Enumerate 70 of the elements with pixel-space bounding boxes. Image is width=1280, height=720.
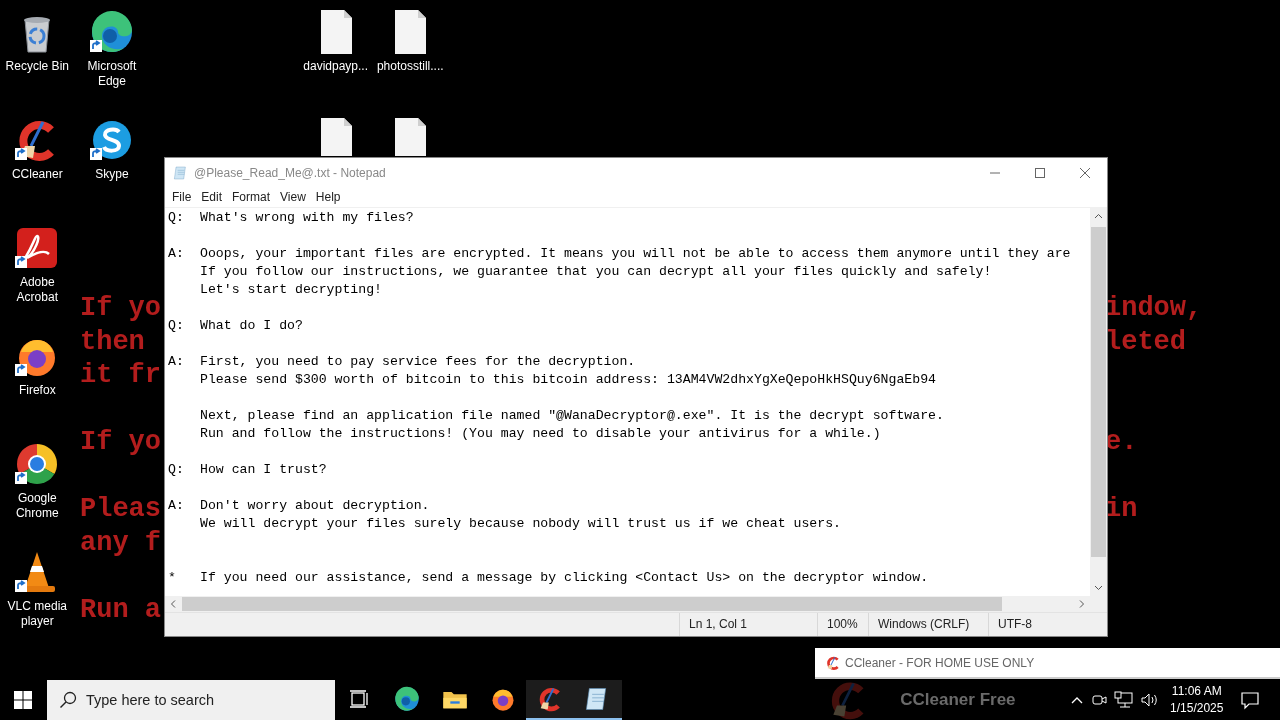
swirl-logo-icon[interactable] <box>392 685 421 713</box>
task-view-icon[interactable] <box>348 690 369 708</box>
text-line: Don't worry about decryption. <box>200 497 430 515</box>
status-text: Ln 1, Col 1 <box>679 613 817 636</box>
desktop-icon-label[interactable]: Google Chrome <box>0 491 75 521</box>
wallpaper-text: If yo <box>80 427 161 457</box>
wallpaper-text: then <box>80 326 145 357</box>
taskbar-app-button[interactable] <box>574 680 623 720</box>
brush-logo-icon <box>825 654 841 671</box>
clock-time[interactable]: 11:06 AM <box>1171 683 1222 700</box>
desktop-icon-label[interactable]: VLC media player <box>0 599 75 629</box>
menu-item[interactable]: Format <box>227 190 276 204</box>
wallpaper-text: leted <box>1105 326 1186 357</box>
line-marker: A: <box>168 246 184 261</box>
maximize-icon[interactable] <box>1034 167 1045 178</box>
text-line: What's wrong with my files? <box>200 209 414 227</box>
text-line: Please send $300 worth of bitcoin to this bitcoin address: 13AM4VW2dhxYgXeQepoHkHSQuy6NgaEb94 <box>200 371 936 389</box>
desktop-icon-label[interactable]: Microsoft Edge <box>74 59 149 89</box>
line-marker: Q: <box>168 462 184 477</box>
wallpaper-text: If yo <box>80 293 161 323</box>
line-marker: Q: <box>168 210 184 225</box>
clock-date[interactable]: 1/15/2025 <box>1170 700 1224 717</box>
menu-item[interactable]: Help <box>310 190 346 204</box>
desktop-icon-label[interactable]: davidpayp... <box>298 59 373 74</box>
desktop-icon-label[interactable]: photosstill.... <box>373 59 448 74</box>
line-marker: * <box>168 570 176 585</box>
menu-item[interactable]: View <box>275 190 311 204</box>
text-line: Next, please find an application file named "@WanaDecryptor@.exe". It is the decrypt software. <box>200 407 944 425</box>
notification-icon[interactable] <box>1240 690 1260 710</box>
text-line: If you follow our instructions, we guarantee that you can decrypt all your files quickly and safely! <box>200 263 992 281</box>
text-line: First, you need to pay service fees for the decryption. <box>200 353 636 371</box>
status-text: 100% <box>817 613 868 636</box>
notepad-icon <box>173 164 189 181</box>
text-line: Ooops, your important files are encrypted. It means you will not be able to access them anymore until they are <box>200 245 1071 263</box>
text-line: If you need our assistance, send a message by clicking <Contact Us> on the decryptor window. <box>200 569 929 587</box>
search-field[interactable]: Type here to search <box>46 680 335 720</box>
line-marker: Q: <box>168 318 184 333</box>
desktop-icon-label[interactable]: Adobe Acrobat <box>0 275 75 305</box>
close-icon[interactable] <box>1079 167 1090 178</box>
desktop-icon-label[interactable]: CCleaner <box>0 167 75 182</box>
status-text: Windows (CRLF) <box>868 613 988 636</box>
desktop-icon-label[interactable]: Firefox <box>0 383 75 398</box>
notification-title: CCleaner - FOR HOME USE ONLY <box>845 655 1035 670</box>
desktop-icon-label[interactable]: Skype <box>74 167 149 182</box>
text-line: We will decrypt your files surely because nobody will trust us if we cheat users. <box>200 515 842 533</box>
menu-item[interactable]: File <box>167 190 197 204</box>
taskbar-app-button[interactable] <box>526 680 575 720</box>
wallpaper-text: Run a <box>80 594 161 625</box>
menu-item[interactable]: Edit <box>196 190 228 204</box>
volume-icon[interactable] <box>1139 691 1160 709</box>
wallpaper-text: indow, <box>1105 293 1203 323</box>
status-text: UTF-8 <box>988 613 1078 636</box>
vertical-scrollbar[interactable] <box>1090 208 1107 596</box>
preview-title: CCleaner Free <box>900 690 1016 710</box>
wallpaper-text: in <box>1105 494 1138 524</box>
text-line: Let's start decrypting! <box>200 281 383 299</box>
search-icon <box>58 691 77 709</box>
window-title: @Please_Read_Me@.txt - Notepad <box>194 165 386 180</box>
line-marker: A: <box>168 498 184 513</box>
wallpaper-text: it fr <box>80 360 161 390</box>
desktop-icon-label[interactable]: Recycle Bin <box>0 59 75 74</box>
wallpaper-text: any f <box>80 527 161 558</box>
line-marker: A: <box>168 354 184 369</box>
network-icon[interactable] <box>1113 691 1134 709</box>
notification-banner[interactable]: CCleaner - FOR HOME USE ONLY <box>815 648 1280 679</box>
windows-logo-icon[interactable] <box>14 691 33 709</box>
wallpaper-text: Pleas <box>80 494 161 524</box>
text-line: How can I trust? <box>200 461 327 479</box>
text-line: What do I do? <box>200 317 303 335</box>
text-line: Run and follow the instructions! (You may need to disable your antivirus for a while.) <box>200 425 881 443</box>
